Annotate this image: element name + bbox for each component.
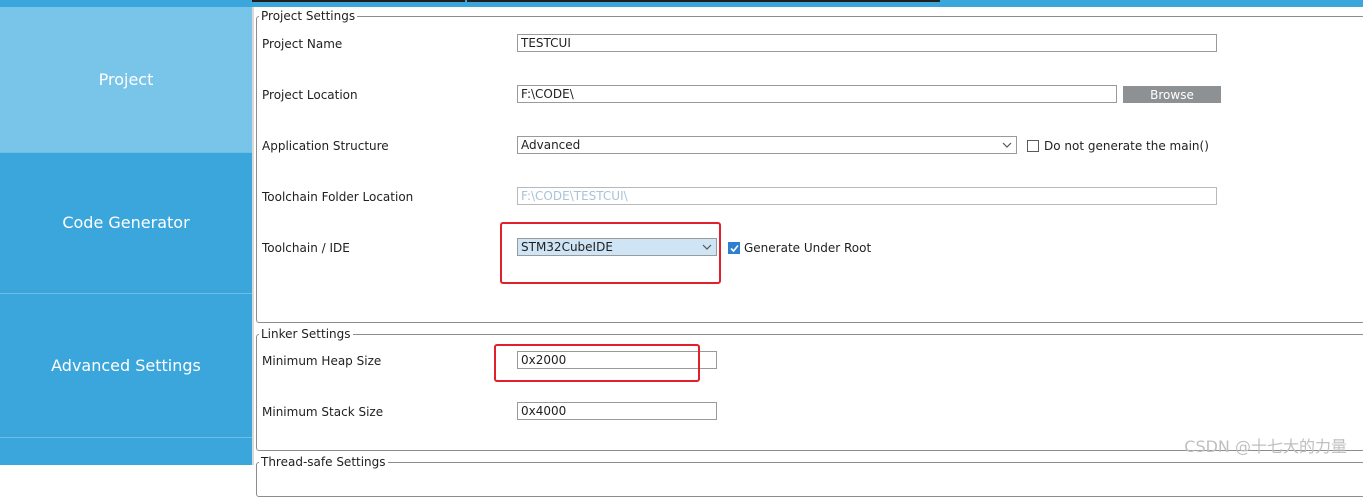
sidebar-item-label: Code Generator [62, 213, 190, 232]
generate-under-root-label: Generate Under Root [744, 241, 872, 255]
watermark: CSDN @十七大的力量 [1184, 437, 1347, 456]
thread-safe-settings-group: Thread-safe Settings [256, 455, 1363, 497]
sidebar-item-label: Advanced Settings [51, 356, 201, 375]
group-title: Linker Settings [261, 327, 351, 341]
minimum-stack-size-input[interactable] [517, 402, 717, 420]
project-name-label: Project Name [262, 37, 343, 51]
generate-under-root-checkbox[interactable] [728, 242, 740, 254]
toolchain-folder-label: Toolchain Folder Location [262, 190, 414, 204]
top-divider-left [252, 0, 465, 2]
select-value: STM32CubeIDE [521, 240, 613, 254]
application-structure-select[interactable]: Advanced [517, 136, 1017, 154]
main-content: Project Settings Project Name Project Lo… [252, 7, 1363, 497]
application-structure-label: Application Structure [262, 139, 389, 153]
minimum-heap-size-label: Minimum Heap Size [262, 354, 382, 368]
sidebar-item-project[interactable]: Project [0, 7, 252, 153]
group-title: Project Settings [261, 9, 356, 23]
minimum-stack-size-label: Minimum Stack Size [262, 405, 384, 419]
do-not-generate-main-label: Do not generate the main() [1044, 139, 1209, 153]
toolchain-ide-label: Toolchain / IDE [262, 241, 350, 255]
group-title: Thread-safe Settings [261, 455, 386, 469]
browse-button[interactable]: Browse [1123, 86, 1221, 103]
top-divider-right [467, 0, 940, 2]
toolchain-ide-select[interactable]: STM32CubeIDE [517, 238, 717, 256]
chevron-down-icon [702, 244, 712, 250]
sidebar-item-label: Project [98, 70, 154, 89]
select-value: Advanced [521, 138, 581, 152]
top-strip [0, 0, 1363, 7]
sidebar: Project Code Generator Advanced Settings [0, 7, 252, 465]
chevron-down-icon [1002, 142, 1012, 148]
project-location-input[interactable] [517, 85, 1117, 103]
toolchain-folder-input [517, 187, 1217, 205]
sidebar-item-advanced-settings[interactable]: Advanced Settings [0, 294, 252, 438]
sidebar-item-code-generator[interactable]: Code Generator [0, 152, 252, 294]
project-settings-group: Project Settings [256, 9, 1363, 323]
check-icon [730, 244, 739, 253]
project-location-label: Project Location [262, 88, 358, 102]
project-name-input[interactable] [517, 34, 1217, 52]
do-not-generate-main-checkbox[interactable] [1027, 140, 1039, 152]
minimum-heap-size-input[interactable] [517, 351, 717, 369]
